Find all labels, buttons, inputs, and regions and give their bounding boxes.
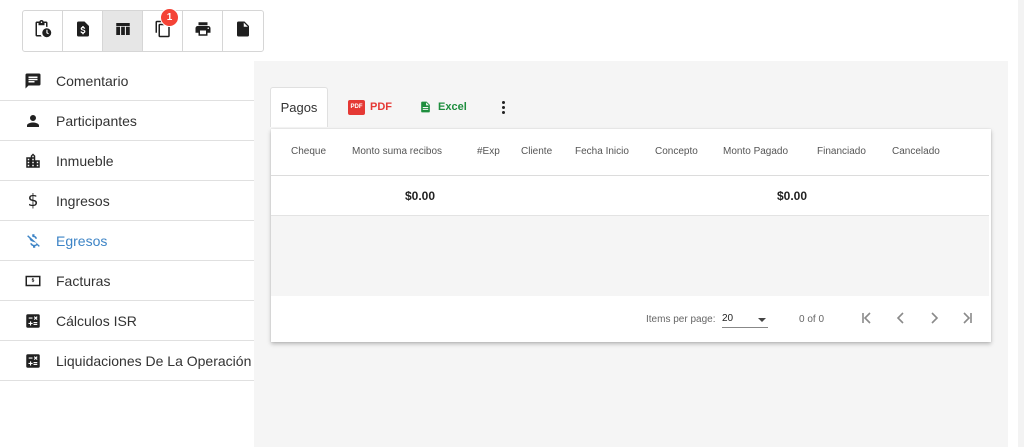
copy-button[interactable]: 1 bbox=[143, 8, 183, 51]
comment-icon bbox=[23, 71, 43, 91]
clipboard-clock-icon bbox=[34, 19, 52, 43]
sidebar-item-label: Facturas bbox=[56, 272, 111, 289]
table-view-button[interactable] bbox=[103, 11, 143, 51]
print-button[interactable] bbox=[183, 11, 223, 51]
column-header-monto-pagado[interactable]: Monto Pagado bbox=[723, 146, 788, 157]
column-header-concepto[interactable]: Concepto bbox=[655, 146, 698, 157]
total-monto-suma-recibos: $0.00 bbox=[405, 189, 436, 203]
last-page-button[interactable] bbox=[959, 310, 975, 326]
sidebar: Comentario Participantes Inmueble $ Ingr… bbox=[0, 61, 254, 381]
column-header-exp[interactable]: #Exp bbox=[477, 146, 500, 157]
column-header-financiado[interactable]: Financiado bbox=[817, 146, 866, 157]
scroll-gutter bbox=[1018, 0, 1024, 447]
column-header-cliente[interactable]: Cliente bbox=[521, 146, 552, 157]
sidebar-item-facturas[interactable]: Facturas bbox=[0, 261, 254, 301]
last-page-icon bbox=[963, 312, 972, 324]
sidebar-item-calculos-isr[interactable]: Cálculos ISR bbox=[0, 301, 254, 341]
column-header-fecha-inicio[interactable]: Fecha Inicio bbox=[575, 146, 629, 157]
export-pdf-label: PDF bbox=[370, 101, 392, 113]
chevron-left-icon bbox=[896, 312, 904, 324]
calculator-icon bbox=[23, 311, 43, 331]
dollar-icon: $ bbox=[27, 190, 39, 211]
table-header: Cheque Monto suma recibos #Exp Cliente F… bbox=[271, 129, 989, 176]
next-page-button[interactable] bbox=[926, 310, 942, 326]
calculator-icon bbox=[23, 351, 43, 371]
more-options-button[interactable] bbox=[499, 100, 509, 114]
sidebar-item-label: Cálculos ISR bbox=[56, 312, 137, 329]
sidebar-item-label: Participantes bbox=[56, 112, 137, 129]
column-header-cheque[interactable]: Cheque bbox=[291, 146, 326, 157]
sidebar-item-label: Egresos bbox=[56, 232, 108, 249]
table-columns-icon bbox=[114, 20, 132, 43]
export-excel-label: Excel bbox=[438, 101, 467, 113]
sidebar-item-comentario[interactable]: Comentario bbox=[0, 61, 254, 101]
payments-table-card: Cheque Monto suma recibos #Exp Cliente F… bbox=[271, 129, 991, 342]
table-empty-area bbox=[271, 216, 989, 296]
sidebar-item-participantes[interactable]: Participantes bbox=[0, 101, 254, 141]
sidebar-item-label: Inmueble bbox=[56, 152, 114, 169]
total-monto-pagado: $0.00 bbox=[777, 189, 808, 203]
top-toolbar: 1 bbox=[22, 8, 264, 52]
money-off-icon bbox=[23, 231, 43, 251]
sidebar-item-label: Ingresos bbox=[56, 192, 110, 209]
previous-page-button[interactable] bbox=[893, 310, 909, 326]
column-header-cancelado[interactable]: Cancelado bbox=[892, 146, 940, 157]
export-excel-button[interactable]: Excel bbox=[419, 99, 467, 115]
items-per-page-label: Items per page: bbox=[646, 314, 716, 325]
first-page-button[interactable] bbox=[859, 310, 875, 326]
items-per-page-select[interactable]: 20 bbox=[722, 311, 768, 328]
money-bill-icon bbox=[23, 271, 43, 291]
spreadsheet-icon bbox=[419, 99, 432, 115]
export-pdf-button[interactable]: PDF PDF bbox=[348, 99, 392, 115]
tab-pagos[interactable]: Pagos bbox=[270, 87, 328, 127]
invoice-dollar-icon bbox=[74, 20, 92, 43]
pdf-icon: PDF bbox=[348, 99, 365, 115]
chevron-right-icon bbox=[931, 312, 939, 324]
page-range-label: 0 of 0 bbox=[799, 314, 825, 325]
column-header-monto-suma-recibos[interactable]: Monto suma recibos bbox=[352, 146, 442, 157]
items-per-page-value: 20 bbox=[722, 313, 734, 324]
clipboard-clock-button[interactable] bbox=[23, 11, 63, 51]
notification-badge: 1 bbox=[160, 8, 179, 27]
sidebar-item-ingresos[interactable]: $ Ingresos bbox=[0, 181, 254, 221]
more-vert-icon bbox=[502, 100, 506, 104]
table-footer-row: $0.00 $0.00 bbox=[271, 176, 989, 216]
sidebar-item-egresos[interactable]: Egresos bbox=[0, 221, 254, 261]
building-icon bbox=[23, 151, 43, 171]
sidebar-item-liquidaciones[interactable]: Liquidaciones De La Operación bbox=[0, 341, 254, 381]
dropdown-arrow-icon bbox=[758, 318, 766, 322]
sidebar-item-inmueble[interactable]: Inmueble bbox=[0, 141, 254, 181]
document-button[interactable] bbox=[223, 11, 263, 51]
paginator: Items per page: 20 0 of 0 bbox=[271, 296, 991, 342]
tab-bar: Pagos PDF PDF Excel bbox=[270, 87, 509, 127]
printer-icon bbox=[194, 20, 212, 43]
sidebar-item-label: Liquidaciones De La Operación bbox=[56, 352, 252, 369]
document-icon bbox=[234, 20, 252, 43]
first-page-icon bbox=[862, 312, 871, 324]
sidebar-item-label: Comentario bbox=[56, 72, 129, 89]
invoice-button[interactable] bbox=[63, 11, 103, 51]
person-icon bbox=[23, 111, 43, 131]
